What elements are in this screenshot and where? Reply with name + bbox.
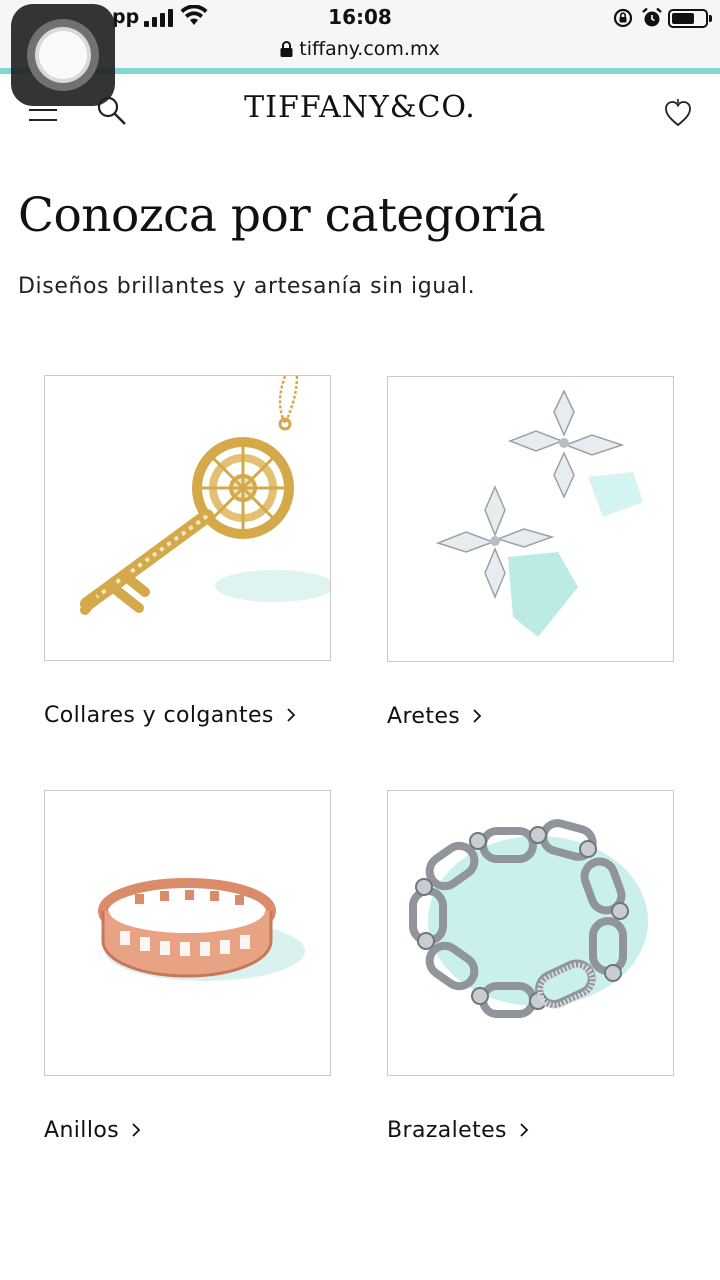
url-text[interactable]: tiffany.com.mx — [299, 36, 439, 62]
chevron-right-icon — [473, 709, 482, 723]
silver-link-bracelet-image[interactable] — [387, 790, 674, 1076]
assistive-touch-button[interactable] — [11, 4, 115, 106]
category-label[interactable]: Collares y colgantes — [44, 703, 296, 728]
rotation-lock-icon — [613, 8, 633, 28]
category-label[interactable]: Aretes — [387, 704, 482, 729]
battery-icon — [668, 9, 712, 28]
chevron-right-icon — [520, 1123, 529, 1137]
page-subtitle: Diseños brillantes y artesanía sin igual… — [18, 274, 476, 299]
heart-wishlist-icon[interactable] — [664, 98, 692, 128]
alarm-icon — [642, 7, 662, 27]
lock-icon — [280, 41, 293, 57]
page-title: Conozca por categoría — [18, 188, 546, 243]
category-label[interactable]: Brazaletes — [387, 1118, 529, 1143]
chevron-right-icon — [287, 708, 296, 722]
chevron-right-icon — [132, 1123, 141, 1137]
category-label[interactable]: Anillos — [44, 1118, 141, 1143]
rose-gold-ring-image[interactable] — [44, 790, 331, 1076]
diamond-earrings-image[interactable] — [387, 376, 674, 662]
key-pendant-image[interactable] — [44, 375, 331, 661]
battery-level — [672, 13, 695, 24]
